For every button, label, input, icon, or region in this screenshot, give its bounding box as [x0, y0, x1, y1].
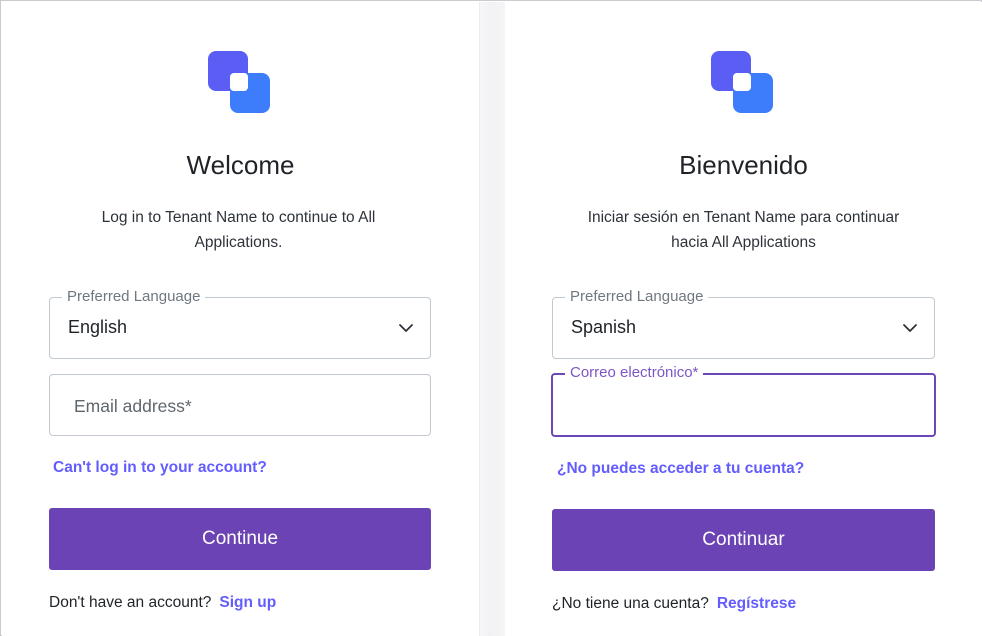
signup-link[interactable]: Sign up: [219, 594, 276, 611]
language-select-label: Preferred Language: [565, 288, 709, 306]
brand-logo-icon: [208, 51, 272, 115]
subtitle-line-2: hacia All Applications: [671, 234, 816, 251]
email-field-label: Correo electrónico*: [565, 364, 704, 382]
login-panel-english: Welcome Log in to Tenant Name to continu…: [2, 2, 479, 636]
page-title: Welcome: [186, 150, 295, 180]
continue-button[interactable]: Continuar: [552, 509, 935, 571]
continue-button[interactable]: Continue: [49, 508, 431, 570]
language-select-label: Preferred Language: [62, 288, 206, 306]
page-title: Bienvenido: [679, 150, 808, 180]
language-select-value: English: [68, 317, 128, 337]
language-select[interactable]: Preferred Language English: [49, 288, 431, 359]
comparison-frame: Welcome Log in to Tenant Name to continu…: [0, 0, 982, 636]
language-select[interactable]: Preferred Language Spanish: [552, 288, 935, 359]
language-select-value: Spanish: [571, 317, 637, 337]
subtitle-line-2: Applications.: [194, 234, 283, 251]
signup-prompt-text: ¿No tiene una cuenta?: [552, 595, 709, 612]
page-subtitle: Log in to Tenant Name to continue to All…: [42, 205, 435, 255]
signup-prompt: ¿No tiene una cuenta? Regístrese: [552, 595, 796, 613]
email-field-placeholder: Email address*: [74, 396, 192, 416]
page-subtitle: Iniciar sesión en Tenant Name para conti…: [535, 205, 952, 255]
email-field[interactable]: Correo electrónico*: [551, 364, 936, 437]
signup-link[interactable]: Regístrese: [717, 595, 796, 612]
subtitle-line-1: Log in to Tenant Name to continue to All: [101, 209, 376, 226]
panel-divider: [479, 2, 505, 636]
signup-prompt: Don't have an account? Sign up: [49, 594, 276, 612]
brand-logo-icon: [711, 51, 775, 115]
email-field[interactable]: Email address*: [49, 374, 431, 436]
cant-login-link[interactable]: ¿No puedes acceder a tu cuenta?: [557, 460, 804, 478]
chevron-down-icon: [903, 324, 917, 332]
cant-login-link[interactable]: Can't log in to your account?: [53, 459, 267, 477]
chevron-down-icon: [399, 324, 413, 332]
login-panel-spanish: Bienvenido Iniciar sesión en Tenant Name…: [505, 2, 982, 636]
subtitle-line-1: Iniciar sesión en Tenant Name para conti…: [587, 209, 900, 226]
signup-prompt-text: Don't have an account?: [49, 594, 212, 611]
